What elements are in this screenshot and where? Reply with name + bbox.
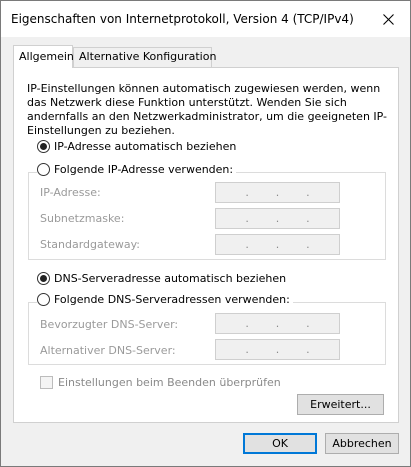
default-gateway-label: Standardgateway: bbox=[40, 238, 140, 251]
preferred-dns-input[interactable]: ... bbox=[215, 313, 340, 334]
ip-address-label: IP-Adresse: bbox=[40, 186, 101, 199]
ip-dot: . bbox=[245, 212, 249, 225]
close-icon bbox=[382, 13, 394, 25]
alternate-dns-label: Alternativer DNS-Server: bbox=[40, 344, 176, 357]
default-gateway-input[interactable]: ... bbox=[215, 234, 340, 255]
dns-auto-label: DNS-Serveradresse automatisch beziehen bbox=[54, 272, 287, 285]
title-bar: Eigenschaften von Internetprotokoll, Ver… bbox=[1, 1, 410, 37]
ip-auto-radio-option[interactable]: IP-Adresse automatisch beziehen bbox=[37, 140, 236, 153]
ip-dot: . bbox=[306, 343, 310, 356]
dns-auto-radio-option[interactable]: DNS-Serveradresse automatisch beziehen bbox=[37, 272, 286, 285]
validate-on-exit-label: Einstellungen beim Beenden überprüfen bbox=[58, 376, 281, 389]
ip-dot: . bbox=[306, 186, 310, 199]
ip-dot: . bbox=[245, 186, 249, 199]
ip-dot: . bbox=[245, 343, 249, 356]
ip-auto-label: IP-Adresse automatisch beziehen bbox=[54, 140, 237, 153]
ip-dot: . bbox=[306, 238, 310, 251]
validate-on-exit-option[interactable]: Einstellungen beim Beenden überprüfen bbox=[40, 376, 281, 389]
ip-dot: . bbox=[306, 317, 310, 330]
window-title: Eigenschaften von Internetprotokoll, Ver… bbox=[11, 12, 354, 26]
dns-manual-radio[interactable] bbox=[37, 293, 50, 306]
tab-allgemein[interactable]: Allgemein bbox=[13, 45, 74, 68]
dns-auto-radio[interactable] bbox=[37, 272, 50, 285]
dialog-window: Eigenschaften von Internetprotokoll, Ver… bbox=[0, 0, 411, 467]
tab-alternative-konfiguration[interactable]: Alternative Konfiguration bbox=[73, 47, 216, 68]
subnet-mask-input[interactable]: ... bbox=[215, 208, 340, 229]
info-text: IP-Einstellungen können automatisch zuge… bbox=[27, 82, 388, 137]
ip-dot: . bbox=[275, 186, 280, 199]
ok-button[interactable]: OK bbox=[243, 433, 317, 454]
ip-auto-radio[interactable] bbox=[37, 140, 50, 153]
ip-manual-radio[interactable] bbox=[37, 163, 50, 176]
ip-dot: . bbox=[275, 212, 280, 225]
dns-manual-radio-option[interactable]: Folgende DNS-Serveradressen verwenden: bbox=[37, 293, 293, 306]
tab-panel-allgemein: IP-Einstellungen können automatisch zuge… bbox=[13, 67, 399, 423]
ip-address-input[interactable]: ... bbox=[215, 182, 340, 203]
preferred-dns-label: Bevorzugter DNS-Server: bbox=[40, 318, 179, 331]
subnet-mask-label: Subnetzmaske: bbox=[40, 212, 125, 225]
validate-on-exit-checkbox[interactable] bbox=[40, 376, 53, 389]
ip-manual-label: Folgende IP-Adresse verwenden: bbox=[54, 163, 234, 176]
ip-dot: . bbox=[245, 317, 249, 330]
dns-manual-label: Folgende DNS-Serveradressen verwenden: bbox=[54, 293, 290, 306]
cancel-button[interactable]: Abbrechen bbox=[325, 433, 399, 454]
ip-dot: . bbox=[245, 238, 249, 251]
ip-dot: . bbox=[306, 212, 310, 225]
close-button[interactable] bbox=[366, 1, 410, 37]
ip-manual-radio-option[interactable]: Folgende IP-Adresse verwenden: bbox=[37, 163, 237, 176]
advanced-button[interactable]: Erweitert... bbox=[297, 394, 384, 415]
ip-dot: . bbox=[275, 343, 280, 356]
alternate-dns-input[interactable]: ... bbox=[215, 339, 340, 360]
ip-dot: . bbox=[275, 238, 280, 251]
ip-dot: . bbox=[275, 317, 280, 330]
